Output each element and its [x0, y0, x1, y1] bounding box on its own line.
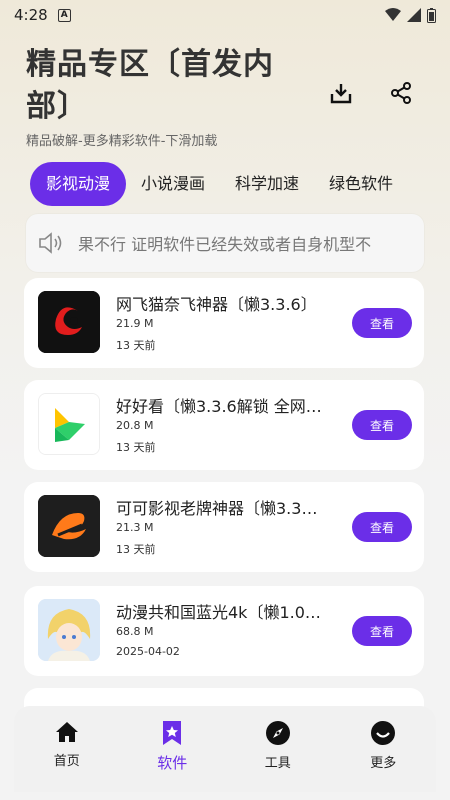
nav-home[interactable]: 首页	[27, 720, 107, 769]
share-button[interactable]	[388, 80, 414, 106]
app-name: 动漫共和国蓝光4k〔懒1.0…	[116, 603, 321, 622]
page-title: 精品专区〔首发内 部〕	[26, 44, 326, 128]
home-icon	[55, 722, 78, 742]
app-size: 68.8 M	[116, 625, 154, 638]
tab-novel-comic[interactable]: 小说漫画	[126, 162, 220, 206]
speaker-icon	[39, 232, 62, 254]
signal-icon	[407, 8, 421, 22]
download-button[interactable]	[328, 80, 354, 106]
haohaokan-icon	[38, 393, 100, 455]
status-time: 4:28	[14, 6, 48, 24]
status-bar: 4:28 A	[0, 0, 450, 30]
nav-more-label: 更多	[370, 756, 397, 771]
battery-icon	[427, 7, 436, 23]
software-icon	[163, 721, 182, 745]
compass-icon	[265, 721, 290, 745]
view-button[interactable]: 查看	[352, 512, 412, 542]
page-title-line1: 精品专区〔首发内	[26, 47, 274, 82]
category-tabs: 影视动漫 小说漫画 科学加速 绿色软件	[30, 162, 450, 206]
nav-software-label: 软件	[157, 754, 188, 772]
nav-software[interactable]: 软件	[132, 720, 212, 773]
app-name: 网飞猫奈飞神器〔懒3.3.6〕	[116, 295, 317, 314]
page-title-line2: 部〕	[26, 89, 88, 124]
nav-more[interactable]: 更多	[343, 720, 423, 771]
bottom-nav: 首页 软件 工具 更多	[14, 706, 436, 792]
page-subtitle: 精品破解-更多精彩软件-下滑加载	[26, 134, 218, 149]
app-card[interactable]: 网飞猫奈飞神器〔懒3.3.6〕 21.9 M 13 天前 查看	[24, 278, 424, 368]
view-button[interactable]: 查看	[352, 616, 412, 646]
anime-avatar-icon	[38, 599, 100, 661]
netflix-cat-icon	[38, 291, 100, 353]
tab-science-accel[interactable]: 科学加速	[220, 162, 314, 206]
app-size: 21.3 M	[116, 521, 154, 534]
app-size: 21.9 M	[116, 317, 154, 330]
app-date: 2025-04-02	[116, 645, 180, 658]
download-icon	[330, 84, 352, 104]
notice-banner: 果不行 证明软件已经失效或者自身机型不	[26, 214, 424, 272]
nav-tools-label: 工具	[264, 756, 291, 771]
more-icon	[371, 721, 396, 745]
app-date: 13 天前	[116, 441, 156, 454]
view-button[interactable]: 查看	[352, 308, 412, 338]
nav-tools[interactable]: 工具	[238, 720, 318, 771]
app-card[interactable]: 好好看〔懒3.3.6解锁 全网… 20.8 M 13 天前 查看	[24, 380, 424, 470]
notice-text: 果不行 证明软件已经失效或者自身机型不	[78, 235, 372, 254]
app-size: 20.8 M	[116, 419, 154, 432]
app-date: 13 天前	[116, 543, 156, 556]
nav-home-label: 首页	[53, 754, 80, 769]
wifi-icon	[385, 8, 401, 21]
app-name: 好好看〔懒3.3.6解锁 全网…	[116, 397, 322, 416]
header-actions	[328, 80, 414, 106]
keke-icon	[38, 495, 100, 557]
view-button[interactable]: 查看	[352, 410, 412, 440]
app-card[interactable]: 动漫共和国蓝光4k〔懒1.0… 68.8 M 2025-04-02 查看	[24, 586, 424, 676]
app-date: 13 天前	[116, 339, 156, 352]
app-name: 可可影视老牌神器〔懒3.3…	[116, 499, 318, 518]
app-card[interactable]: 可可影视老牌神器〔懒3.3… 21.3 M 13 天前 查看	[24, 482, 424, 572]
share-icon	[391, 82, 411, 104]
page-header: 精品专区〔首发内 部〕 精品破解-更多精彩软件-下滑加载	[26, 44, 326, 149]
tab-film-anime[interactable]: 影视动漫	[30, 162, 127, 206]
notification-icon: A	[57, 8, 71, 22]
tab-green-software[interactable]: 绿色软件	[314, 162, 408, 206]
